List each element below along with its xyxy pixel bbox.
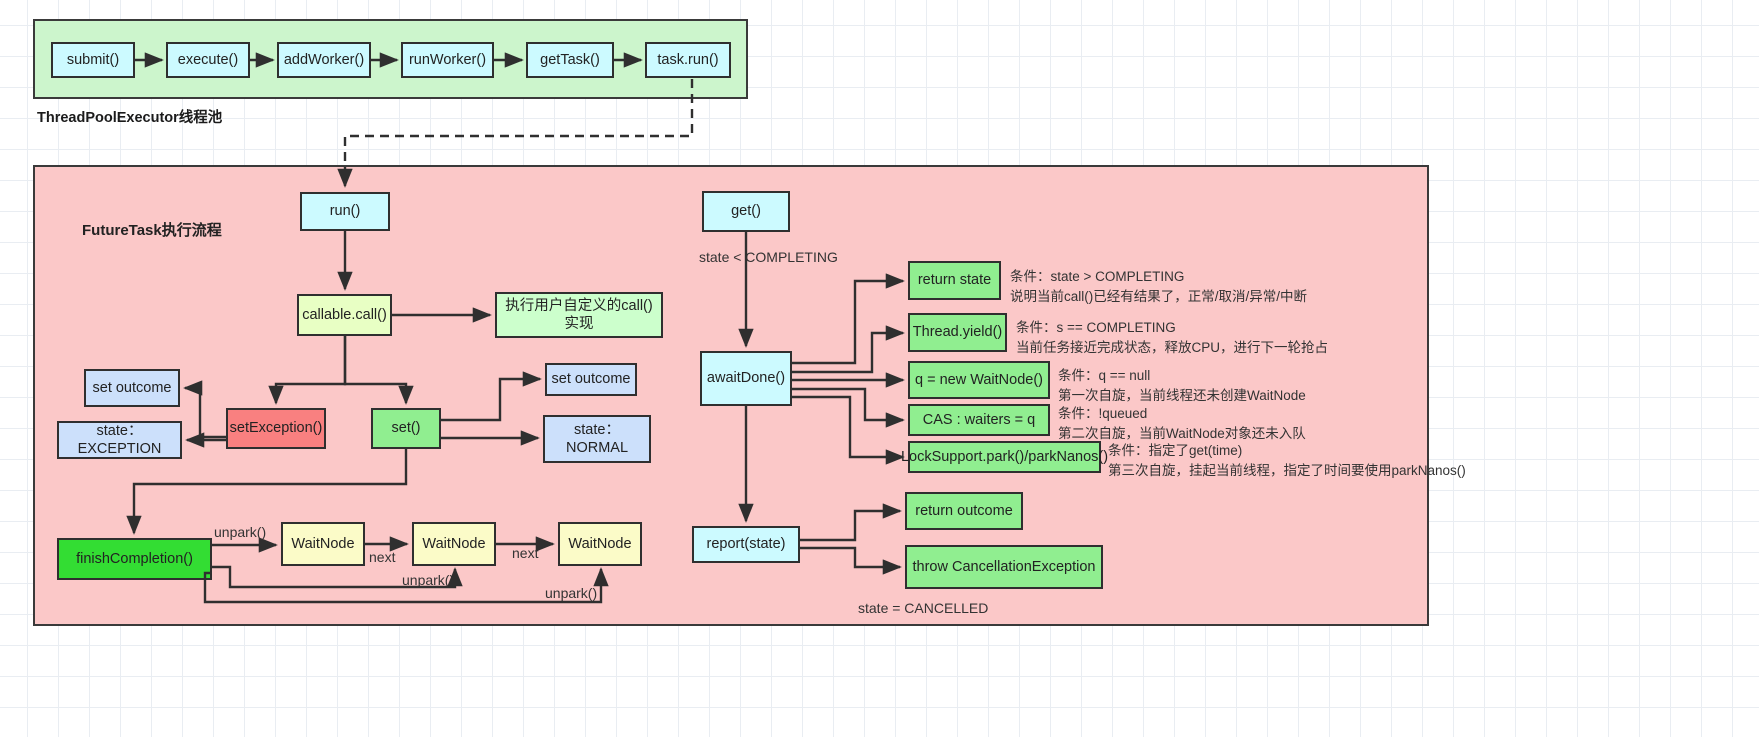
node-user-call-impl-label: 执行用户自定义的call()实现	[505, 297, 653, 332]
node-waitnode-2[interactable]: WaitNode	[412, 522, 496, 566]
edge-label-unpark-3: unpark()	[545, 585, 598, 601]
node-execute-label: execute()	[177, 51, 239, 68]
node-return-state-label: return state	[917, 272, 992, 289]
node-cas-waiters-label: CAS : waiters = q	[922, 411, 1036, 428]
node-run-label: run()	[329, 203, 361, 220]
edge-label-unpark-1: unpark()	[214, 524, 267, 540]
threadpool-panel	[33, 19, 748, 99]
threadpool-panel-caption: ThreadPoolExecutor线程池	[37, 110, 223, 126]
annotation-locksupport-park-line1: 条件：指定了get(time)	[1108, 443, 1243, 458]
node-runworker[interactable]: runWorker()	[401, 42, 494, 78]
node-waitnode-3-label: WaitNode	[568, 535, 632, 552]
node-state-normal-label-line1: state：	[574, 421, 620, 438]
node-set-exception-label: setException()	[229, 420, 323, 437]
node-cas-waiters[interactable]: CAS : waiters = q	[908, 404, 1050, 436]
node-finish-completion-label: finishCompletion()	[76, 550, 193, 567]
node-throw-cancellationexception-label: throw CancellationException	[912, 558, 1096, 575]
node-callable-call[interactable]: callable.call()	[297, 294, 392, 336]
node-thread-yield[interactable]: Thread.yield()	[908, 313, 1007, 352]
node-task-run-label: task.run()	[657, 51, 719, 68]
node-gettask[interactable]: getTask()	[526, 42, 614, 78]
diagram-canvas: submit() execute() addWorker() runWorker…	[0, 0, 1759, 737]
node-return-outcome[interactable]: return outcome	[905, 492, 1023, 530]
node-gettask-label: getTask()	[540, 51, 600, 68]
node-report-state-label: report(state)	[706, 536, 786, 553]
node-return-outcome-label: return outcome	[915, 502, 1013, 519]
node-set-outcome-exception-label: set outcome	[92, 379, 172, 396]
node-await-done[interactable]: awaitDone()	[700, 351, 792, 406]
node-locksupport-park-label: LockSupport.park()/parkNanos()	[900, 448, 1109, 465]
annotation-new-waitnode-line2: 第一次自旋，当前线程还未创建WaitNode	[1058, 387, 1306, 403]
annotation-return-state-line1: 条件：state > COMPLETING	[1010, 269, 1185, 284]
node-set-outcome-normal[interactable]: set outcome	[545, 363, 637, 396]
annotation-thread-yield-line2: 当前任务接近完成状态，释放CPU，进行下一轮抢占	[1016, 339, 1329, 355]
annotation-cas-waiters-line1: 条件：!queued	[1058, 406, 1148, 421]
node-waitnode-2-label: WaitNode	[422, 535, 486, 552]
node-run[interactable]: run()	[300, 192, 390, 231]
node-waitnode-3[interactable]: WaitNode	[558, 522, 642, 566]
node-user-call-impl[interactable]: 执行用户自定义的call()实现	[495, 292, 663, 338]
node-set-label: set()	[391, 420, 421, 437]
node-set-outcome-exception[interactable]: set outcome	[84, 369, 180, 407]
node-throw-cancellationexception[interactable]: throw CancellationException	[905, 545, 1103, 589]
annotation-return-state: 条件：state > COMPLETING 说明当前call()已经有结果了，正…	[1010, 267, 1307, 306]
node-finish-completion[interactable]: finishCompletion()	[57, 538, 212, 580]
edge-label-next-2: next	[512, 545, 539, 561]
annotation-locksupport-park: 条件：指定了get(time) 第三次自旋，挂起当前线程，指定了时间要使用par…	[1108, 441, 1466, 480]
annotation-locksupport-park-line2: 第三次自旋，挂起当前线程，指定了时间要使用parkNanos()	[1108, 462, 1466, 478]
node-locksupport-park[interactable]: LockSupport.park()/parkNanos()	[901, 441, 1108, 473]
edge-label-state-cancelled: state = CANCELLED	[858, 600, 989, 616]
annotation-thread-yield: 条件：s == COMPLETING 当前任务接近完成状态，释放CPU，进行下一…	[1016, 318, 1328, 357]
edge-label-state-lt-completing: state < COMPLETING	[699, 249, 838, 265]
annotation-cas-waiters: 条件：!queued 第二次自旋，当前WaitNode对象还未入队	[1058, 404, 1306, 443]
node-get[interactable]: get()	[702, 191, 790, 232]
node-addworker-label: addWorker()	[283, 51, 365, 68]
node-waitnode-1-label: WaitNode	[291, 535, 355, 552]
node-report-state[interactable]: report(state)	[692, 526, 800, 563]
node-state-exception[interactable]: state：EXCEPTION	[57, 421, 182, 459]
edge-label-next-1: next	[369, 549, 396, 565]
node-set[interactable]: set()	[371, 408, 441, 449]
node-state-normal-label-line2: NORMAL	[565, 440, 629, 456]
node-get-label: get()	[731, 203, 761, 220]
node-runworker-label: runWorker()	[408, 51, 487, 68]
node-set-exception[interactable]: setException()	[226, 408, 326, 449]
node-await-done-label: awaitDone()	[706, 370, 786, 387]
node-return-state[interactable]: return state	[908, 261, 1001, 300]
annotation-thread-yield-line1: 条件：s == COMPLETING	[1016, 320, 1176, 335]
annotation-new-waitnode: 条件：q == null 第一次自旋，当前线程还未创建WaitNode	[1058, 366, 1306, 405]
node-submit-label: submit()	[66, 51, 120, 68]
node-set-outcome-normal-label: set outcome	[551, 371, 631, 388]
node-execute[interactable]: execute()	[166, 42, 250, 78]
node-callable-call-label: callable.call()	[302, 306, 387, 323]
node-new-waitnode[interactable]: q = new WaitNode()	[908, 361, 1050, 399]
node-state-exception-label: state：EXCEPTION	[77, 422, 162, 457]
futuretask-panel-title: FutureTask执行流程	[82, 222, 222, 239]
node-submit[interactable]: submit()	[51, 42, 135, 78]
node-task-run[interactable]: task.run()	[645, 42, 731, 78]
annotation-return-state-line2: 说明当前call()已经有结果了，正常/取消/异常/中断	[1010, 288, 1307, 304]
node-new-waitnode-label: q = new WaitNode()	[914, 371, 1043, 388]
node-thread-yield-label: Thread.yield()	[912, 324, 1003, 341]
node-addworker[interactable]: addWorker()	[277, 42, 371, 78]
node-waitnode-1[interactable]: WaitNode	[281, 522, 365, 566]
edge-label-unpark-2: unpark()	[402, 572, 455, 588]
node-state-normal[interactable]: state： NORMAL	[543, 415, 651, 463]
annotation-new-waitnode-line1: 条件：q == null	[1058, 368, 1151, 383]
